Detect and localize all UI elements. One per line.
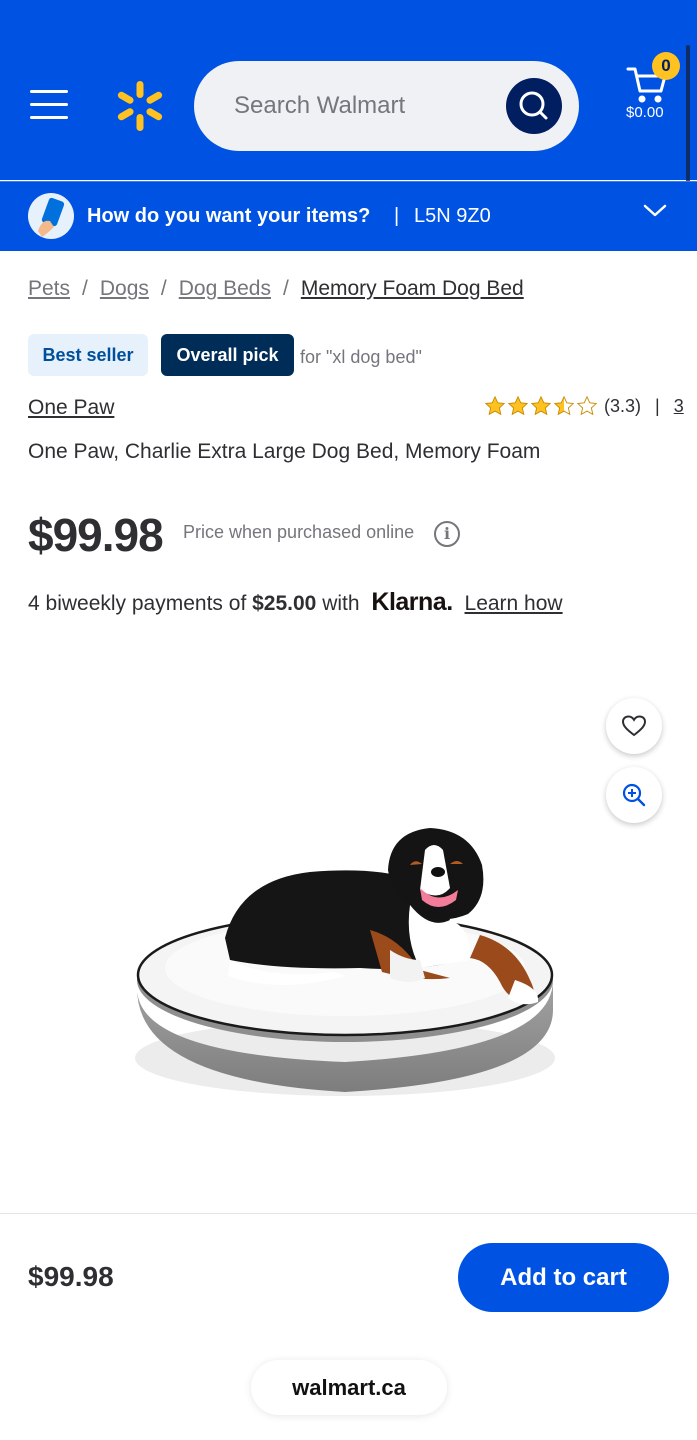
menu-icon[interactable] — [30, 90, 68, 120]
price-note: Price when purchased online — [183, 522, 415, 542]
info-icon[interactable]: i — [434, 521, 460, 547]
product-image[interactable] — [120, 810, 590, 1110]
rating-value: (3.3) — [604, 395, 642, 416]
delivery-selector[interactable]: How do you want your items? | L5N 9Z0 — [0, 181, 697, 251]
brand-link[interactable]: One Paw — [28, 396, 114, 420]
breadcrumb: Pets / Dogs / Dog Beds / Memory Foam Dog Bed — [28, 277, 524, 300]
klarna-offer: 4 biweekly payments of $25.00 with Klarn… — [28, 588, 563, 617]
star-full-icon — [484, 395, 506, 416]
breadcrumb-dogs[interactable]: Dogs — [100, 277, 149, 300]
rating-divider: | — [655, 395, 660, 416]
zoom-in-icon — [622, 783, 646, 807]
klarna-learn-how-link[interactable]: Learn how — [465, 592, 563, 615]
best-seller-badge: Best seller — [28, 334, 148, 376]
star-full-icon — [530, 395, 552, 416]
star-full-icon — [507, 395, 529, 416]
overall-pick-badge: Overall pick — [161, 334, 294, 376]
cart-count-badge: 0 — [652, 52, 680, 80]
klarna-prefix: 4 biweekly payments of — [28, 592, 247, 615]
klarna-with: with — [322, 592, 360, 615]
rating-summary[interactable]: (3.3) | 3 — [484, 394, 684, 418]
overall-pick-query: for "xl dog bed" — [300, 347, 422, 367]
heart-icon — [621, 715, 647, 737]
add-to-cart-button[interactable]: Add to cart — [458, 1243, 669, 1312]
breadcrumb-pets[interactable]: Pets — [28, 277, 70, 300]
breadcrumb-memory-foam-dog-bed[interactable]: Memory Foam Dog Bed — [301, 277, 524, 300]
delivery-separator: | — [394, 205, 400, 227]
klarna-logo: Klarna. — [371, 588, 453, 616]
zoom-button[interactable] — [606, 767, 662, 823]
search-icon — [519, 91, 548, 120]
favorite-button[interactable] — [606, 698, 662, 754]
delivery-question: How do you want your items? — [87, 205, 371, 227]
search-input[interactable] — [234, 83, 494, 129]
postal-code: L5N 9Z0 — [414, 205, 491, 227]
star-half-icon — [553, 395, 575, 416]
product-title: One Paw, Charlie Extra Large Dog Bed, Me… — [28, 440, 541, 463]
browser-url-pill[interactable]: walmart.ca — [251, 1360, 447, 1415]
star-empty-icon — [576, 395, 598, 416]
cart-button[interactable]: 0 $0.00 — [622, 52, 682, 124]
rating-stars — [484, 395, 598, 417]
review-count-link[interactable]: 3 — [674, 396, 684, 417]
header-bar: 0 $0.00 — [0, 0, 697, 180]
product-price: $99.98 — [28, 509, 164, 561]
search-bar — [194, 61, 579, 151]
search-button[interactable] — [506, 78, 562, 134]
breadcrumb-dog-beds[interactable]: Dog Beds — [179, 277, 271, 300]
sticky-price: $99.98 — [28, 1261, 114, 1292]
chevron-down-icon[interactable] — [643, 204, 667, 218]
walmart-spark-logo[interactable] — [115, 80, 165, 132]
phone-hand-icon — [28, 193, 74, 239]
klarna-amount: $25.00 — [252, 592, 317, 615]
cart-total: $0.00 — [626, 104, 664, 121]
